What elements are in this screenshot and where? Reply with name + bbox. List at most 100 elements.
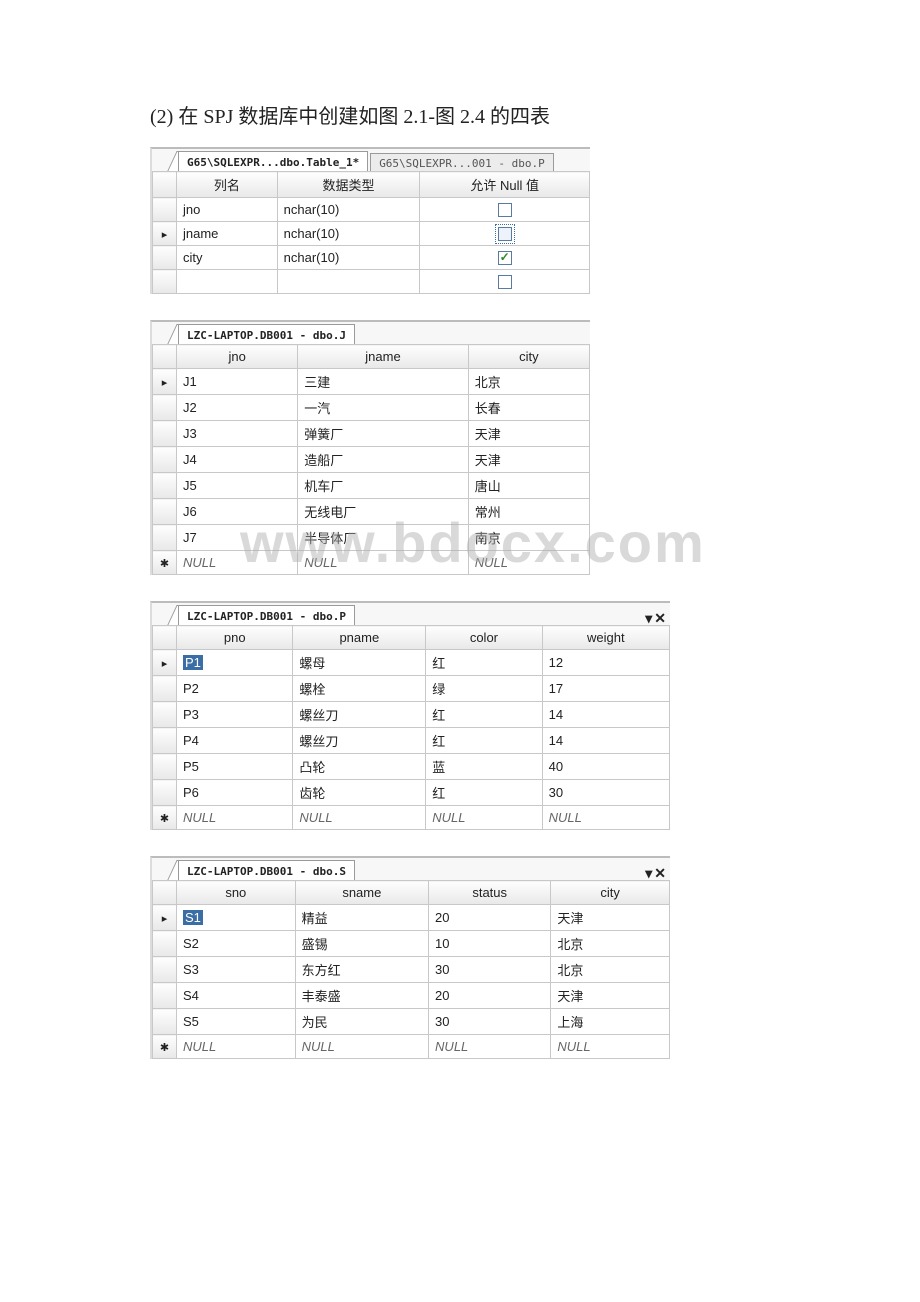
allow-null-checkbox[interactable] <box>498 251 512 265</box>
table-row[interactable]: P6齿轮红30 <box>153 780 670 806</box>
null-cell[interactable]: NULL <box>298 551 468 575</box>
row-selector[interactable] <box>153 246 177 270</box>
row-selector[interactable] <box>153 702 177 728</box>
data-cell[interactable]: 绿 <box>426 676 542 702</box>
data-cell[interactable]: 红 <box>426 702 542 728</box>
data-cell[interactable]: 凸轮 <box>293 754 426 780</box>
table-row[interactable]: P1螺母红12 <box>153 650 670 676</box>
allow-null-cell[interactable] <box>420 222 590 246</box>
row-selector[interactable] <box>153 905 177 931</box>
dtype-cell[interactable]: nchar(10) <box>277 222 420 246</box>
table-row[interactable]: J2一汽长春 <box>153 395 590 421</box>
data-cell[interactable]: 红 <box>426 780 542 806</box>
row-selector[interactable] <box>153 551 177 575</box>
allow-null-checkbox[interactable] <box>498 227 512 241</box>
col-name-cell[interactable]: city <box>177 246 278 270</box>
data-cell[interactable]: 红 <box>426 650 542 676</box>
data-cell[interactable]: 天津 <box>551 983 670 1009</box>
table-row[interactable]: J3弹簧厂天津 <box>153 421 590 447</box>
null-cell[interactable]: NULL <box>551 1035 670 1059</box>
data-cell[interactable]: J3 <box>177 421 298 447</box>
row-selector[interactable] <box>153 780 177 806</box>
data-cell[interactable]: 20 <box>429 983 551 1009</box>
data-cell[interactable]: 20 <box>429 905 551 931</box>
data-cell[interactable]: P1 <box>177 650 293 676</box>
table-row[interactable]: P2螺栓绿17 <box>153 676 670 702</box>
data-cell[interactable]: J5 <box>177 473 298 499</box>
data-cell[interactable]: J7 <box>177 525 298 551</box>
row-selector[interactable] <box>153 931 177 957</box>
data-cell[interactable]: 齿轮 <box>293 780 426 806</box>
table-row[interactable]: P5凸轮蓝40 <box>153 754 670 780</box>
data-cell[interactable]: P2 <box>177 676 293 702</box>
data-cell[interactable]: 螺丝刀 <box>293 702 426 728</box>
data-cell[interactable]: 红 <box>426 728 542 754</box>
tab-dbo-p[interactable]: LZC-LAPTOP.DB001 - dbo.P <box>178 605 355 625</box>
row-selector[interactable] <box>153 421 177 447</box>
data-cell[interactable]: 为民 <box>295 1009 428 1035</box>
row-selector[interactable] <box>153 369 177 395</box>
table-row[interactable]: S4丰泰盛20天津 <box>153 983 670 1009</box>
designer-row[interactable]: jnonchar(10) <box>153 198 590 222</box>
allow-null-checkbox[interactable] <box>498 203 512 217</box>
row-selector[interactable] <box>153 473 177 499</box>
data-cell[interactable]: 弹簧厂 <box>298 421 468 447</box>
row-selector[interactable] <box>153 806 177 830</box>
data-cell[interactable]: S2 <box>177 931 296 957</box>
data-cell[interactable]: P6 <box>177 780 293 806</box>
row-selector[interactable] <box>153 222 177 246</box>
row-selector[interactable] <box>153 1035 177 1059</box>
data-cell[interactable]: 12 <box>542 650 669 676</box>
data-cell[interactable]: 螺母 <box>293 650 426 676</box>
table-row[interactable]: S3东方红30北京 <box>153 957 670 983</box>
data-cell[interactable]: 唐山 <box>468 473 589 499</box>
allow-null-checkbox[interactable] <box>498 275 512 289</box>
null-cell[interactable]: NULL <box>542 806 669 830</box>
data-cell[interactable]: S5 <box>177 1009 296 1035</box>
data-cell[interactable]: 无线电厂 <box>298 499 468 525</box>
tab-table1[interactable]: G65\SQLEXPR...dbo.Table_1* <box>178 151 368 171</box>
data-cell[interactable]: 东方红 <box>295 957 428 983</box>
data-cell[interactable]: 三建 <box>298 369 468 395</box>
dropdown-icon[interactable] <box>645 866 652 880</box>
row-selector[interactable] <box>153 1009 177 1035</box>
data-cell[interactable]: S3 <box>177 957 296 983</box>
data-cell[interactable]: 北京 <box>551 957 670 983</box>
tab-dbo-j[interactable]: LZC-LAPTOP.DB001 - dbo.J <box>178 324 355 344</box>
row-selector[interactable] <box>153 728 177 754</box>
data-cell[interactable]: S1 <box>177 905 296 931</box>
data-cell[interactable]: 盛锡 <box>295 931 428 957</box>
new-row[interactable]: NULLNULLNULLNULL <box>153 806 670 830</box>
data-cell[interactable]: 天津 <box>468 421 589 447</box>
data-cell[interactable]: 机车厂 <box>298 473 468 499</box>
tab-dbo-s[interactable]: LZC-LAPTOP.DB001 - dbo.S <box>178 860 355 880</box>
null-cell[interactable]: NULL <box>293 806 426 830</box>
row-selector[interactable] <box>153 395 177 421</box>
data-cell[interactable]: 长春 <box>468 395 589 421</box>
null-cell[interactable]: NULL <box>295 1035 428 1059</box>
data-cell[interactable]: P4 <box>177 728 293 754</box>
table-row[interactable]: J4造船厂天津 <box>153 447 590 473</box>
data-cell[interactable]: 40 <box>542 754 669 780</box>
table-row[interactable]: S1精益20天津 <box>153 905 670 931</box>
data-cell[interactable]: 30 <box>542 780 669 806</box>
data-cell[interactable]: 14 <box>542 728 669 754</box>
data-cell[interactable]: 常州 <box>468 499 589 525</box>
col-name-cell[interactable]: jno <box>177 198 278 222</box>
data-cell[interactable]: 螺栓 <box>293 676 426 702</box>
data-cell[interactable]: S4 <box>177 983 296 1009</box>
data-cell[interactable]: 北京 <box>551 931 670 957</box>
data-cell[interactable]: 30 <box>429 1009 551 1035</box>
data-cell[interactable]: 蓝 <box>426 754 542 780</box>
null-cell[interactable]: NULL <box>468 551 589 575</box>
null-cell[interactable]: NULL <box>177 1035 296 1059</box>
data-cell[interactable]: 上海 <box>551 1009 670 1035</box>
table-row[interactable]: S2盛锡10北京 <box>153 931 670 957</box>
data-cell[interactable]: 丰泰盛 <box>295 983 428 1009</box>
data-cell[interactable]: 精益 <box>295 905 428 931</box>
row-selector[interactable] <box>153 676 177 702</box>
dtype-cell[interactable]: nchar(10) <box>277 246 420 270</box>
table-row[interactable]: S5为民30上海 <box>153 1009 670 1035</box>
new-row[interactable]: NULLNULLNULLNULL <box>153 1035 670 1059</box>
table-row[interactable]: P4螺丝刀红14 <box>153 728 670 754</box>
